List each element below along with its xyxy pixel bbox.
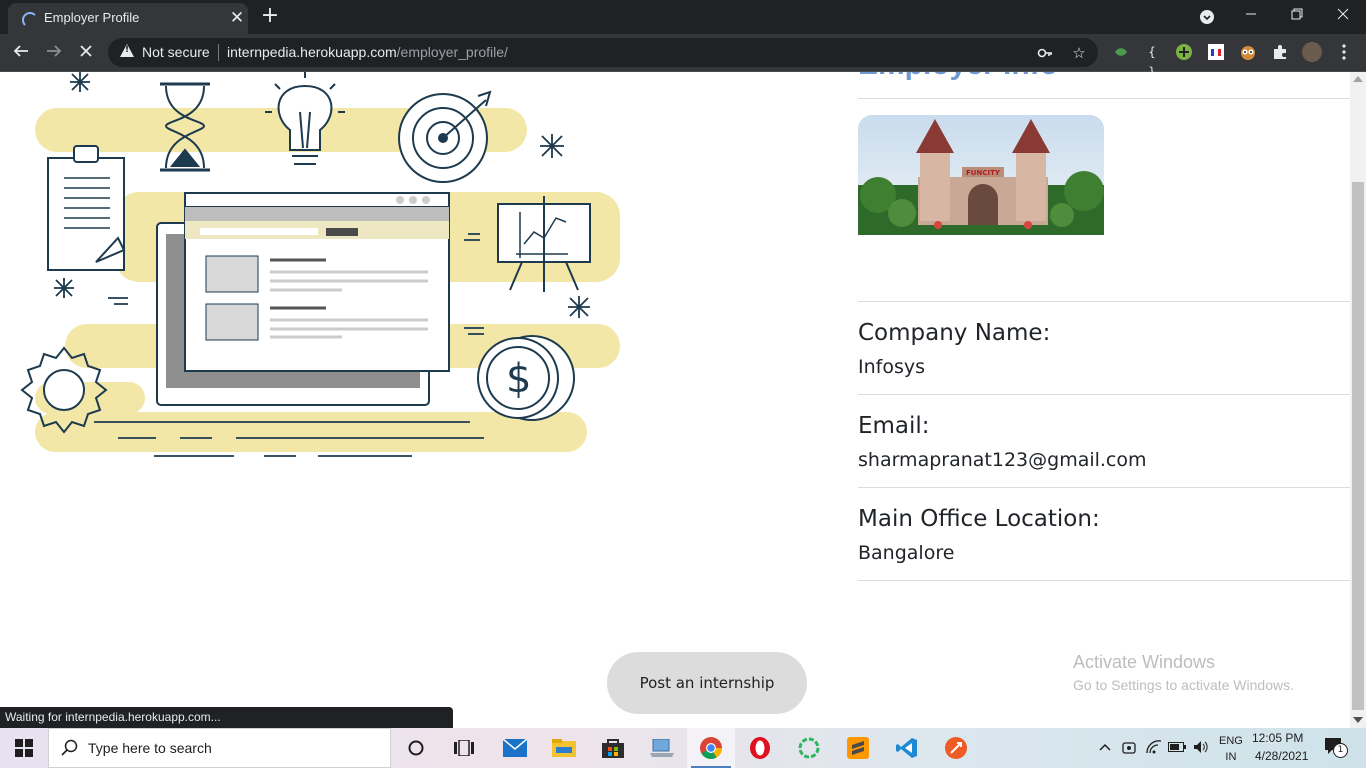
chrome-menu-icon[interactable] <box>1334 42 1354 62</box>
clock-time[interactable]: 12:05 PM <box>1252 731 1303 745</box>
scroll-up-arrow-icon[interactable] <box>1353 76 1363 82</box>
tab-title: Employer Profile <box>44 10 140 25</box>
tray-chevron-up-icon[interactable] <box>1096 738 1114 756</box>
extension-owl-icon[interactable] <box>1238 42 1258 62</box>
company-name-value: Infosys <box>858 356 926 378</box>
opera-icon[interactable] <box>736 728 784 768</box>
svg-text:$: $ <box>506 356 531 402</box>
extensions-puzzle-icon[interactable] <box>1270 42 1290 62</box>
mail-icon[interactable] <box>491 728 539 768</box>
status-text: Waiting for internpedia.herokuapp.com... <box>5 710 221 724</box>
business-illustration: $ <box>20 72 620 457</box>
activate-windows-subtitle: Go to Settings to activate Windows. <box>1073 677 1294 693</box>
tab-close-icon[interactable]: ✕ <box>226 7 248 29</box>
chrome-icon[interactable] <box>687 728 735 768</box>
divider <box>858 394 1350 395</box>
cortana-icon[interactable] <box>392 728 440 768</box>
network-wifi-icon[interactable] <box>1145 738 1163 756</box>
battery-icon[interactable] <box>1168 738 1186 756</box>
windows-taskbar: Type here to search ENG IN 12:05 PM 4/28… <box>0 728 1366 768</box>
notification-count-badge: 1 <box>1333 743 1348 758</box>
window-close-icon[interactable] <box>1320 0 1366 34</box>
store-icon[interactable] <box>589 728 637 768</box>
taskbar-search-box[interactable]: Type here to search <box>48 728 391 768</box>
activate-windows-title: Activate Windows <box>1073 652 1216 672</box>
extension-plus-icon[interactable] <box>1174 42 1194 62</box>
browser-tab[interactable]: Employer Profile ✕ <box>8 3 248 34</box>
profile-dropdown-icon[interactable] <box>1184 0 1230 34</box>
search-placeholder: Type here to search <box>88 740 212 756</box>
divider <box>858 301 1350 302</box>
language-indicator[interactable]: ENG IN <box>1219 733 1243 765</box>
page-scrollbar[interactable] <box>1350 72 1366 728</box>
section-heading: Employer Info <box>858 72 1058 82</box>
laptop-app-icon[interactable] <box>638 728 686 768</box>
url-text[interactable]: internpedia.herokuapp.com/employer_profi… <box>227 44 508 60</box>
company-photo: FUNCITY <box>858 115 1104 235</box>
divider <box>858 487 1350 488</box>
security-label[interactable]: Not secure <box>142 44 210 60</box>
profile-avatar[interactable] <box>1302 42 1322 62</box>
browser-toolbar: Not secure internpedia.herokuapp.com/emp… <box>0 34 1366 79</box>
minimize-icon[interactable] <box>1228 0 1274 34</box>
file-explorer-icon[interactable] <box>540 728 588 768</box>
region-code: IN <box>1225 751 1237 763</box>
location-label: Main Office Location: <box>858 506 1100 532</box>
json-viewer-icon[interactable]: { } <box>1142 42 1162 79</box>
omnibox-divider <box>218 44 219 61</box>
new-tab-button[interactable]: + <box>258 3 282 29</box>
status-bubble: Waiting for internpedia.herokuapp.com... <box>0 707 453 728</box>
vscode-icon[interactable] <box>883 728 931 768</box>
company-name-label: Company Name: <box>858 320 1051 346</box>
restore-icon[interactable] <box>1274 0 1320 34</box>
stop-loading-icon[interactable] <box>71 36 101 66</box>
postman-icon[interactable] <box>932 728 980 768</box>
green-ring-app-icon[interactable] <box>785 728 833 768</box>
url-path: /employer_profile/ <box>396 44 508 60</box>
search-icon <box>61 739 78 756</box>
password-key-icon[interactable] <box>1034 42 1056 64</box>
bookmark-star-icon[interactable]: ☆ <box>1068 42 1090 64</box>
url-host: internpedia.herokuapp.com <box>227 44 397 60</box>
forward-arrow-icon[interactable] <box>39 36 69 66</box>
meet-now-icon[interactable] <box>1120 738 1138 756</box>
extension-green-icon[interactable] <box>1111 42 1131 62</box>
loading-spinner-icon <box>22 12 38 28</box>
location-value: Bangalore <box>858 542 955 564</box>
page-content: $ Employer Info FUNCITY <box>0 72 1350 728</box>
extension-flag-icon[interactable] <box>1206 42 1226 62</box>
sublime-text-icon[interactable] <box>834 728 882 768</box>
back-arrow-icon[interactable] <box>6 36 36 66</box>
photo-sign-text: FUNCITY <box>966 169 1001 177</box>
email-label: Email: <box>858 413 930 439</box>
language-code: ENG <box>1219 735 1243 747</box>
notification-center-icon[interactable]: 1 <box>1324 737 1348 759</box>
divider <box>858 98 1350 99</box>
scroll-down-arrow-icon[interactable] <box>1353 717 1363 723</box>
scrollbar-thumb[interactable] <box>1352 182 1364 710</box>
post-internship-button[interactable]: Post an internship <box>607 652 807 714</box>
browser-tab-strip: Employer Profile ✕ + <box>0 0 1366 34</box>
clock-date[interactable]: 4/28/2021 <box>1255 749 1308 763</box>
warning-icon[interactable] <box>120 44 134 57</box>
divider <box>858 580 1350 581</box>
task-view-icon[interactable] <box>440 728 488 768</box>
email-value: sharmapranat123@gmail.com <box>858 449 1147 471</box>
address-bar[interactable]: Not secure internpedia.herokuapp.com/emp… <box>108 38 1098 67</box>
volume-icon[interactable] <box>1192 738 1210 756</box>
windows-start-icon[interactable] <box>0 728 48 768</box>
